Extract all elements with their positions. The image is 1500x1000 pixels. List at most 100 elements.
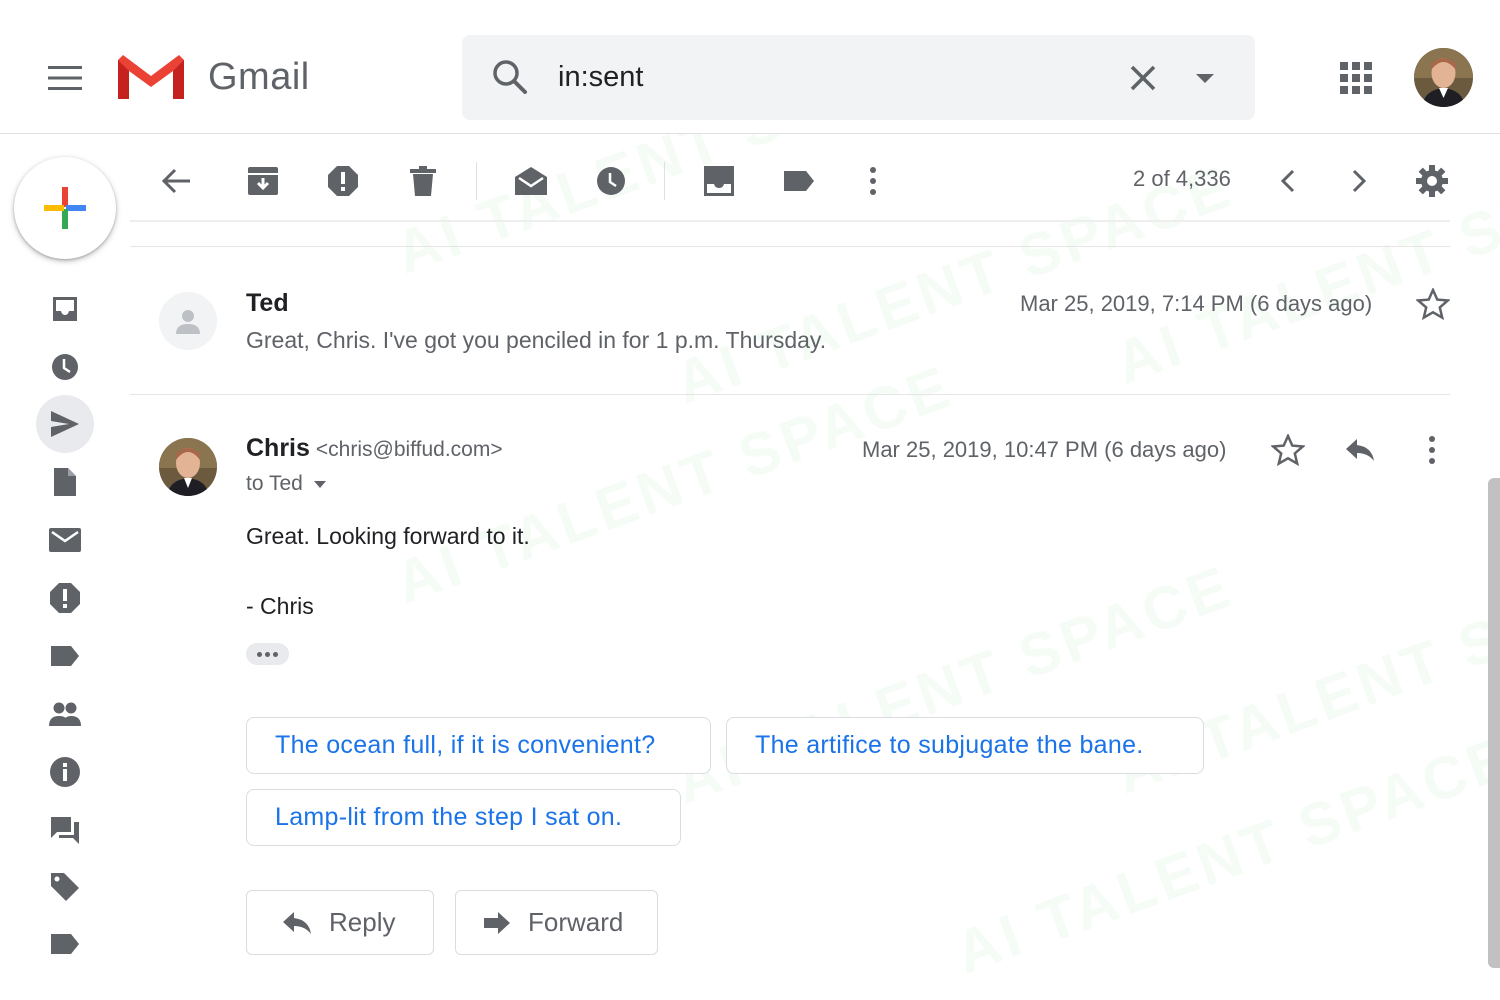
nav-sent[interactable] [36,395,94,453]
newer-button[interactable] [1267,160,1309,202]
scrollbar-thumb[interactable] [1488,478,1500,968]
chevron-left-icon [1280,169,1295,193]
sender-name: Ted [246,289,289,317]
app-header: Gmail [0,0,1500,134]
label-icon [51,934,79,954]
archive-button[interactable] [242,160,284,202]
toolbar-divider [476,162,477,200]
chevron-right-icon [1352,169,1367,193]
arrow-back-icon [162,168,190,194]
nav-promotions[interactable] [36,858,94,916]
older-button[interactable] [1338,160,1380,202]
gmail-logo[interactable] [116,52,186,107]
search-icon[interactable] [492,59,528,100]
chevron-down-icon [313,481,326,488]
default-user-icon [176,310,200,334]
nav-label[interactable] [36,627,94,685]
star-button[interactable] [1413,285,1453,323]
main-menu-button[interactable] [40,55,90,101]
reply-icon [283,911,311,934]
search-options-dropdown-icon[interactable] [1192,67,1218,89]
tag-icon [51,873,79,901]
info-icon [50,757,80,787]
dot [273,651,278,657]
draft-file-icon [54,468,76,496]
smart-reply-chip[interactable]: The ocean full, if it is convenient? [246,717,711,774]
report-spam-button[interactable] [322,160,364,202]
labels-button[interactable] [778,160,820,202]
send-icon [51,411,79,437]
clear-search-icon[interactable] [1126,61,1160,95]
nav-spam[interactable] [36,569,94,627]
sender-line: Chris <chris@biffud.com> [246,434,503,463]
archive-icon [248,167,278,195]
nav-all-mail[interactable] [36,511,94,569]
forward-action-button[interactable]: Forward [455,890,658,955]
back-button[interactable] [156,160,198,202]
message-snippet: Great, Chris. I've got you penciled in f… [246,327,827,353]
smart-reply-chip[interactable]: The artifice to subjugate the bane. [726,717,1204,774]
spam-alert-icon [328,166,358,196]
gmail-logo-icon [118,55,184,100]
forward-label: Forward [528,907,624,937]
nav-forums[interactable] [36,801,94,859]
sender-avatar [159,292,217,350]
nav-updates[interactable] [36,743,94,801]
move-to-button[interactable] [698,160,740,202]
sender-email: <chris@biffud.com> [315,438,503,461]
nav-drafts[interactable] [36,453,94,511]
more-actions-button[interactable] [852,160,894,202]
star-icon [1271,434,1305,466]
reply-action-button[interactable]: Reply [246,890,434,955]
mail-open-icon [515,167,547,195]
smart-reply-chip[interactable]: Lamp-lit from the step I sat on. [246,789,681,846]
google-apps-icon[interactable] [1338,60,1374,101]
more-vert-icon [1429,436,1435,464]
snooze-button[interactable] [590,160,632,202]
gear-icon [1416,165,1448,197]
recipients-toggle[interactable]: to Ted [246,472,329,496]
label-icon [51,646,79,666]
pagination-count: 2 of 4,336 [1133,166,1231,191]
message-signature: - Chris [246,593,314,619]
message-divider [130,394,1450,395]
show-trimmed-content-button[interactable] [246,643,289,665]
inbox-icon [53,297,77,321]
account-avatar[interactable] [1414,48,1473,107]
message-toolbar: 2 of 4,336 [130,140,1450,222]
dot [257,651,262,657]
gmail-wordmark: Gmail [208,56,310,98]
nav-label-2[interactable] [36,915,94,973]
mark-unread-button[interactable] [510,160,552,202]
nav-snoozed[interactable] [36,338,94,396]
watermark: AI TALENT SPACE [666,552,1242,817]
label-icon [784,171,814,191]
reply-button[interactable] [1340,431,1380,469]
spam-alert-icon [50,583,80,613]
star-icon [1416,288,1450,320]
sender-avatar [159,438,217,496]
message-date: Mar 25, 2019, 10:47 PM (6 days ago) [862,437,1227,462]
forum-icon [51,817,79,844]
user-photo-icon [159,438,217,496]
nav-social[interactable] [36,685,94,743]
delete-button[interactable] [402,160,444,202]
star-button[interactable] [1268,431,1308,469]
hamburger-icon [48,66,82,90]
search-bar [462,35,1255,120]
move-to-inbox-icon [704,166,734,196]
clock-icon [52,354,78,380]
sender-name: Chris [246,434,310,462]
search-input[interactable] [558,57,1098,97]
message-more-button[interactable] [1416,431,1448,469]
watermark: AI TALENT SPACE [386,352,962,617]
compose-button[interactable] [14,157,116,259]
settings-button[interactable] [1411,160,1453,202]
reply-label: Reply [329,907,396,937]
recipients-text: to Ted [246,472,303,495]
clock-icon [597,167,625,195]
thread-top-divider [130,246,1450,247]
nav-inbox[interactable] [36,280,94,338]
forward-icon [484,911,510,934]
toolbar-divider [664,162,665,200]
